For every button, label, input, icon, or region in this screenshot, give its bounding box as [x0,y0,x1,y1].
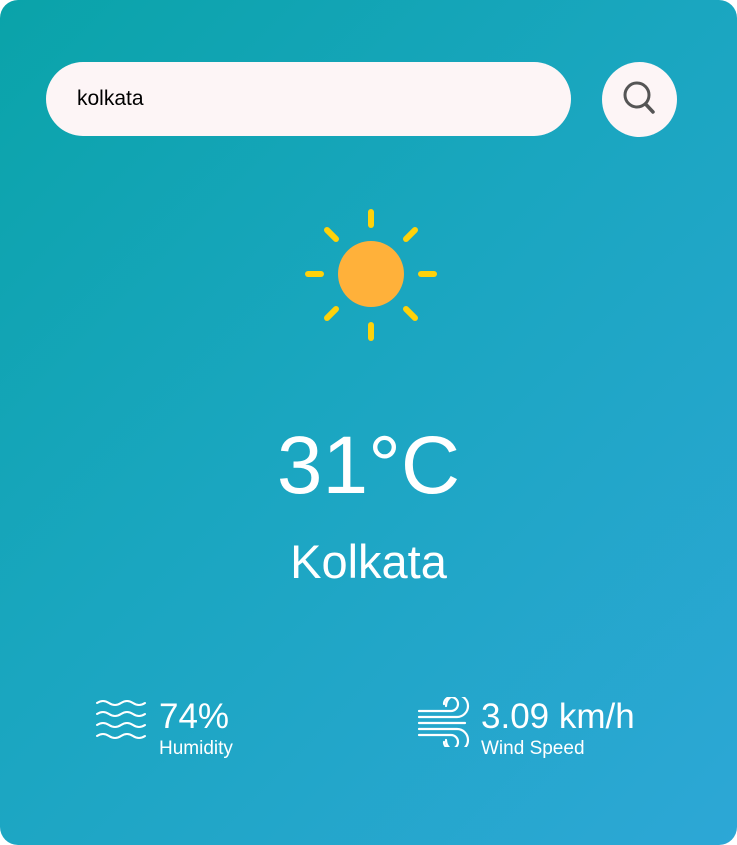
humidity-label: Humidity [159,738,233,759]
wind-label: Wind Speed [481,738,585,759]
search-icon [623,81,655,114]
sun-icon [305,209,437,341]
weather-card: 31°C Kolkata 74% Humidity 3.09 km/h Wind… [0,0,737,845]
wind-stat: 3.09 km/h Wind Speed [417,697,677,767]
city-search-input[interactable] [46,62,571,136]
temperature: 31°C [276,420,461,511]
wind-value: 3.09 km/h [481,697,635,736]
humidity-waves-icon [96,700,146,739]
humidity-stat: 74% Humidity [95,697,295,767]
wind-icon [417,697,470,747]
search-button[interactable] [602,62,677,137]
city-name: Kolkata [290,535,447,588]
humidity-value: 74% [159,697,230,736]
